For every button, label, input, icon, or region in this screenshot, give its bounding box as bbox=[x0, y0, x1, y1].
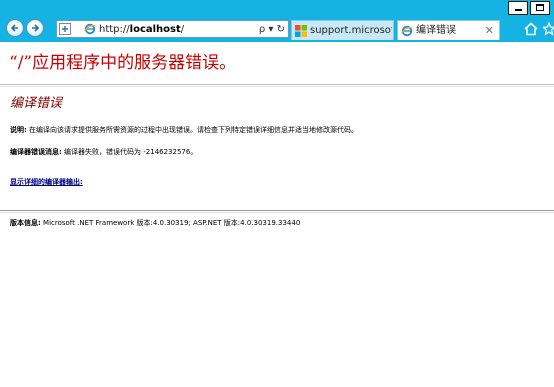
maximize-button[interactable] bbox=[530, 1, 550, 15]
browser-title-bar: http://localhost/ ρ ▾ ↻ support.microsof… bbox=[0, 0, 554, 42]
url-host: localhost bbox=[129, 24, 181, 35]
address-bar[interactable]: http://localhost/ ρ ▾ ↻ bbox=[56, 20, 289, 38]
tab-label: 编译错误 bbox=[416, 25, 456, 36]
version-label: 版本信息: bbox=[10, 219, 41, 227]
compiler-error-message: 编译器错误消息: 编译器失败，错误代码为 -2146232576。 bbox=[10, 147, 197, 157]
url-scheme: http:// bbox=[99, 24, 130, 35]
url-text: http://localhost/ bbox=[99, 22, 184, 37]
minimize-button[interactable] bbox=[508, 1, 528, 15]
ie-favicon-icon bbox=[401, 25, 413, 37]
forward-button[interactable] bbox=[26, 19, 44, 37]
compiler-msg-text: 编译器失败，错误代码为 -2146232576。 bbox=[61, 148, 198, 156]
tab-compile-error[interactable]: 编译错误 ✕ bbox=[397, 20, 500, 40]
error-subtitle: 编译错误 bbox=[10, 96, 63, 111]
tab-label: support.microsoft... bbox=[310, 25, 392, 36]
show-detailed-output-link[interactable]: 显示详细的编译器输出: bbox=[10, 177, 83, 187]
divider bbox=[0, 84, 554, 85]
close-tab-icon[interactable]: ✕ bbox=[485, 24, 494, 38]
tab-support-microsoft[interactable]: support.microsoft... bbox=[291, 20, 394, 40]
back-button[interactable] bbox=[6, 19, 24, 37]
page-content: “/”应用程序中的服务器错误。 编译错误 说明: 在编译向该请求提供服务所需资源… bbox=[0, 42, 554, 387]
ie-favicon-icon bbox=[84, 23, 96, 35]
divider bbox=[0, 212, 554, 213]
favorites-star-icon[interactable] bbox=[543, 22, 554, 36]
compiler-msg-label: 编译器错误消息: bbox=[10, 148, 62, 156]
description-label: 说明: bbox=[10, 126, 27, 134]
divider bbox=[0, 86, 554, 87]
home-icon[interactable] bbox=[524, 22, 538, 36]
version-text: Microsoft .NET Framework 版本:4.0.30319; A… bbox=[40, 219, 301, 227]
search-refresh-tools[interactable]: ρ ▾ ↻ bbox=[259, 22, 285, 37]
error-description: 说明: 在编译向该请求提供服务所需资源的过程中出现错误。请检查下列特定错误详细信… bbox=[10, 125, 358, 135]
page-title: “/”应用程序中的服务器错误。 bbox=[9, 53, 237, 73]
compatibility-view-icon[interactable] bbox=[59, 23, 71, 35]
divider bbox=[0, 210, 554, 211]
arrow-right-icon bbox=[32, 24, 40, 32]
version-info: 版本信息: Microsoft .NET Framework 版本:4.0.30… bbox=[10, 218, 300, 228]
arrow-left-icon bbox=[10, 24, 18, 32]
microsoft-logo-icon bbox=[295, 25, 307, 37]
url-path: / bbox=[180, 24, 185, 35]
description-text: 在编译向该请求提供服务所需资源的过程中出现错误。请检查下列特定错误详细信息并适当… bbox=[26, 126, 359, 134]
